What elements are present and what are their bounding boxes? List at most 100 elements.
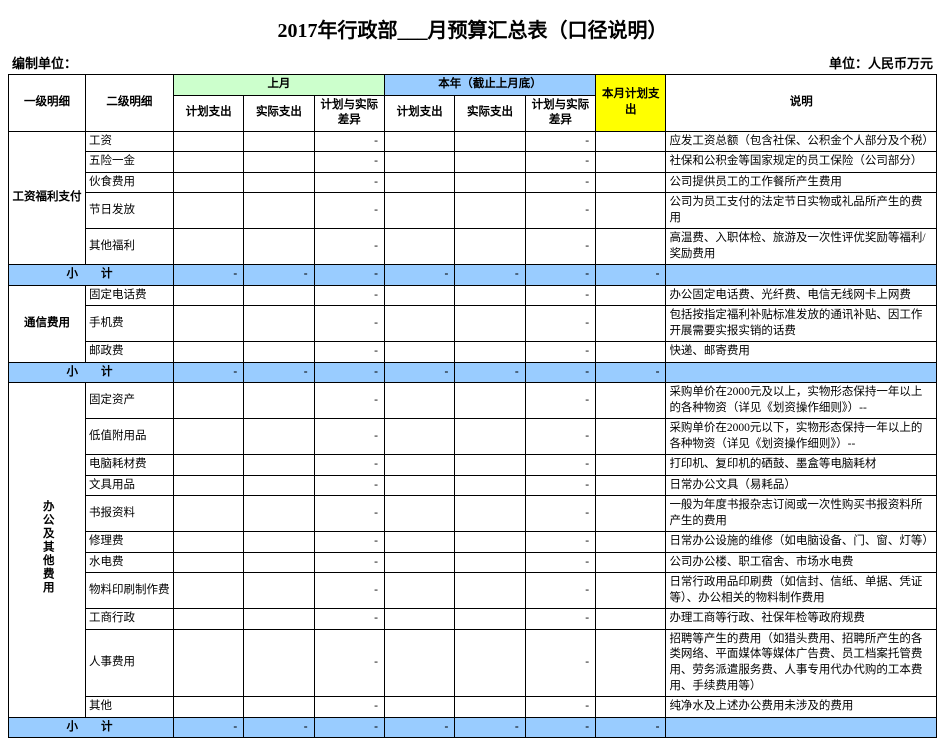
value-cell <box>455 131 525 152</box>
value-cell <box>455 629 525 696</box>
subtotal-value: - <box>244 362 314 383</box>
value-cell: - <box>314 285 384 306</box>
value-cell <box>173 193 243 229</box>
subcategory-cell: 文具用品 <box>85 475 173 496</box>
value-cell <box>455 172 525 193</box>
value-cell <box>244 552 314 573</box>
value-cell <box>244 383 314 419</box>
category-cell: 通信费用 <box>9 285 86 362</box>
value-cell <box>244 193 314 229</box>
hdr-month-plan: 本月计划支出 <box>596 75 666 132</box>
table-row: 人事费用--招聘等产生的费用（如猎头费用、招聘所产生的各类网络、平面媒体等媒体广… <box>9 629 937 696</box>
value-cell: - <box>525 573 595 609</box>
value-cell <box>244 475 314 496</box>
value-cell <box>384 285 454 306</box>
table-row: 水电费--公司办公楼、职工宿舍、市场水电费 <box>9 552 937 573</box>
subtotal-label: 小计 <box>9 265 174 286</box>
value-cell <box>173 419 243 455</box>
value-cell: - <box>314 697 384 718</box>
subtotal-value: - <box>244 717 314 738</box>
value-cell <box>455 383 525 419</box>
description-cell: 高温费、入职体检、旅游及一次性评优奖励等福利/奖励费用 <box>666 229 937 265</box>
value-cell <box>173 342 243 363</box>
value-cell <box>173 229 243 265</box>
subtotal-row: 小计------- <box>9 265 937 286</box>
value-cell <box>244 629 314 696</box>
value-cell <box>244 306 314 342</box>
value-cell: - <box>525 419 595 455</box>
value-cell <box>244 131 314 152</box>
table-row: 物料印刷制作费-- 日常行政用品印刷费（如信封、信纸、单据、凭证等）、办公相关的… <box>9 573 937 609</box>
description-cell: 一般为年度书报杂志订阅或一次性购买书报资料所产生的费用 <box>666 496 937 532</box>
value-cell <box>244 609 314 630</box>
value-cell <box>244 285 314 306</box>
value-cell <box>384 152 454 173</box>
subtotal-value: - <box>244 265 314 286</box>
subcategory-cell: 节日发放 <box>85 193 173 229</box>
value-cell: - <box>314 573 384 609</box>
value-cell <box>384 496 454 532</box>
subcategory-cell: 电脑耗材费 <box>85 455 173 476</box>
value-cell <box>244 152 314 173</box>
value-cell: - <box>314 455 384 476</box>
hdr-cat: 一级明细 <box>9 75 86 132</box>
description-cell: 公司为员工支付的法定节日实物或礼品所产生的费用 <box>666 193 937 229</box>
subtotal-value: - <box>596 717 666 738</box>
value-cell: - <box>525 552 595 573</box>
value-cell: - <box>314 383 384 419</box>
value-cell: - <box>314 152 384 173</box>
description-cell: 包括按指定福利补贴标准发放的通讯补贴、因工作开展需要实报实销的话费 <box>666 306 937 342</box>
value-cell <box>384 383 454 419</box>
value-cell <box>596 229 666 265</box>
value-cell: - <box>525 532 595 553</box>
value-cell: - <box>314 342 384 363</box>
table-row: 工资福利支付工资--应发工资总额（包含社保、公积金个人部分及个税） <box>9 131 937 152</box>
subtotal-row: 小计------- <box>9 717 937 738</box>
value-cell <box>173 609 243 630</box>
subtotal-desc <box>666 362 937 383</box>
value-cell: - <box>525 172 595 193</box>
subtotal-value: - <box>384 717 454 738</box>
value-cell: - <box>525 152 595 173</box>
value-cell <box>384 475 454 496</box>
value-cell <box>596 629 666 696</box>
value-cell <box>384 419 454 455</box>
table-row: 其他--纯净水及上述办公费用未涉及的费用 <box>9 697 937 718</box>
table-row: 其他福利--高温费、入职体检、旅游及一次性评优奖励等福利/奖励费用 <box>9 229 937 265</box>
subtotal-value: - <box>384 265 454 286</box>
table-row: 伙食费用--公司提供员工的工作餐所产生费用 <box>9 172 937 193</box>
value-cell <box>384 306 454 342</box>
value-cell <box>596 697 666 718</box>
value-cell <box>455 455 525 476</box>
value-cell <box>173 285 243 306</box>
table-row: 修理费--日常办公设施的维修（如电脑设备、门、窗、灯等） <box>9 532 937 553</box>
table-row: 电脑耗材费--打印机、复印机的硒鼓、墨盒等电脑耗材 <box>9 455 937 476</box>
value-cell: - <box>525 496 595 532</box>
value-cell <box>455 609 525 630</box>
value-cell: - <box>525 131 595 152</box>
value-cell <box>173 573 243 609</box>
hdr-prev-plan: 计划支出 <box>173 95 243 131</box>
value-cell <box>455 552 525 573</box>
value-cell: - <box>525 455 595 476</box>
value-cell <box>455 342 525 363</box>
description-cell: 采购单价在2000元及以上，实物形态保持一年以上的各种物资（详见《划资操作细则》… <box>666 383 937 419</box>
subcategory-cell: 低值附用品 <box>85 419 173 455</box>
description-cell: 纯净水及上述办公费用未涉及的费用 <box>666 697 937 718</box>
description-cell: 公司提供员工的工作餐所产生费用 <box>666 172 937 193</box>
description-cell: 办理工商等行政、社保年检等政府规费 <box>666 609 937 630</box>
hdr-ytd-actual: 实际支出 <box>455 95 525 131</box>
table-row: 节日发放--公司为员工支付的法定节日实物或礼品所产生的费用 <box>9 193 937 229</box>
value-cell <box>596 306 666 342</box>
subcategory-cell: 五险一金 <box>85 152 173 173</box>
description-cell: 办公固定电话费、光纤费、电信无线网卡上网费 <box>666 285 937 306</box>
subtotal-value: - <box>314 265 384 286</box>
value-cell <box>384 532 454 553</box>
value-cell <box>596 285 666 306</box>
value-cell: - <box>314 532 384 553</box>
subcategory-cell: 固定资产 <box>85 383 173 419</box>
category-cell: 办公及其他费用 <box>9 383 86 717</box>
value-cell <box>244 532 314 553</box>
subtotal-row: 小计------- <box>9 362 937 383</box>
value-cell <box>173 152 243 173</box>
